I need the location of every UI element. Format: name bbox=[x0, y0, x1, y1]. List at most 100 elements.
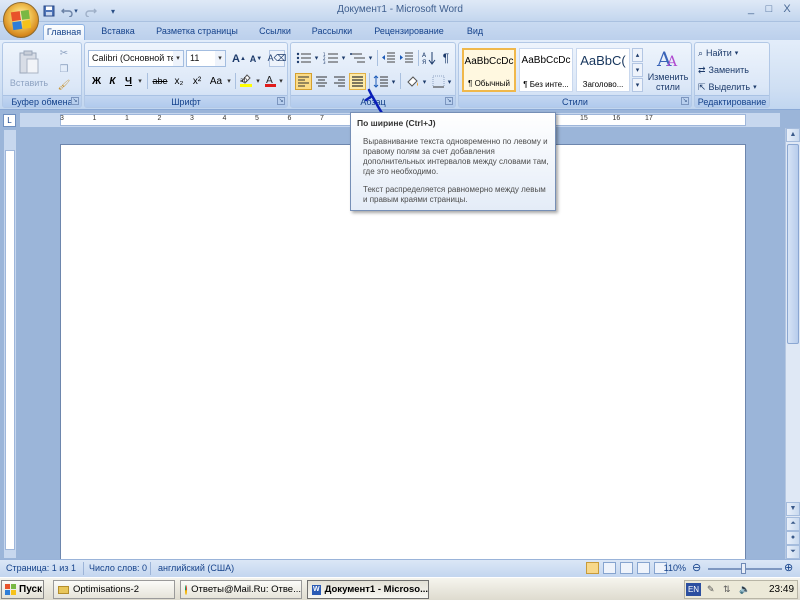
strikethrough-button[interactable]: abe bbox=[151, 73, 169, 89]
replace-button[interactable]: ⇄ Заменить bbox=[698, 63, 768, 77]
clear-formatting-icon[interactable]: A⌫ bbox=[268, 50, 286, 67]
font-name-combo[interactable]: Calibri (Основной те ▾ bbox=[88, 50, 184, 67]
numbering-dropdown-icon[interactable]: ▾ bbox=[340, 50, 347, 66]
vertical-scrollbar[interactable]: ▲ ▼ ⏶ ● ⏷ bbox=[785, 128, 800, 559]
grow-font-label: A bbox=[232, 52, 240, 65]
change-styles-label: Изменить стили bbox=[647, 72, 689, 92]
task-word[interactable]: W Документ1 - Microso... bbox=[307, 580, 429, 599]
zoom-in-icon[interactable]: ⊕ bbox=[784, 561, 793, 574]
scroll-up-icon[interactable]: ▲ bbox=[786, 128, 800, 142]
styles-launcher-icon[interactable]: ↘ bbox=[681, 97, 689, 105]
paragraph-launcher-icon[interactable]: ↘ bbox=[445, 97, 453, 105]
change-styles-button[interactable]: AA Изменить стили bbox=[645, 45, 691, 95]
task-explorer[interactable]: Optimisations-2 bbox=[53, 580, 175, 599]
word-count-status[interactable]: Число слов: 0 bbox=[89, 563, 147, 573]
font-color-dropdown-icon[interactable]: ▾ bbox=[277, 73, 285, 89]
underline-dropdown-icon[interactable]: ▾ bbox=[136, 73, 144, 89]
shading-icon[interactable] bbox=[403, 73, 421, 90]
chevron-down-icon[interactable]: ▾ bbox=[173, 51, 183, 66]
bullets-dropdown-icon[interactable]: ▾ bbox=[313, 50, 320, 66]
full-screen-view-icon[interactable] bbox=[603, 562, 616, 574]
outline-view-icon[interactable] bbox=[637, 562, 650, 574]
align-center-icon[interactable] bbox=[313, 73, 330, 90]
volume-icon[interactable]: 🔈 bbox=[739, 584, 750, 595]
find-button[interactable]: ⌕ Найти ▾ bbox=[698, 46, 768, 60]
styles-scroll-down-icon[interactable]: ▾ bbox=[632, 63, 643, 77]
paste-button[interactable]: Вставить bbox=[9, 45, 49, 93]
tab-home[interactable]: Главная bbox=[43, 24, 85, 40]
multilevel-dropdown-icon[interactable]: ▾ bbox=[367, 50, 374, 66]
chevron-down-icon[interactable]: ▾ bbox=[215, 51, 225, 66]
tab-review[interactable]: Рецензирование bbox=[368, 24, 450, 40]
print-layout-view-icon[interactable] bbox=[586, 562, 599, 574]
style-heading1[interactable]: AaBbC( Заголово... bbox=[576, 48, 630, 92]
office-button[interactable] bbox=[3, 2, 39, 38]
format-painter-icon[interactable]: 🖌 bbox=[57, 79, 71, 91]
editing-group-label: Редактирование bbox=[695, 95, 769, 107]
browse-object-icon[interactable]: ● bbox=[786, 531, 800, 545]
select-button[interactable]: ⇱ Выделить ▾ bbox=[698, 80, 768, 94]
bullets-icon[interactable] bbox=[295, 50, 313, 66]
numbering-icon[interactable]: 123 bbox=[322, 50, 340, 66]
next-page-icon[interactable]: ⏷ bbox=[786, 545, 800, 559]
minimize-button[interactable]: _ bbox=[742, 2, 760, 17]
align-left-icon[interactable] bbox=[295, 73, 312, 90]
network-icon[interactable]: ⇅ bbox=[723, 584, 731, 595]
copy-icon[interactable]: ❐ bbox=[57, 63, 71, 75]
sort-icon[interactable]: AЯ bbox=[421, 50, 437, 66]
tab-page-layout[interactable]: Разметка страницы bbox=[150, 24, 244, 40]
increase-indent-icon[interactable] bbox=[398, 50, 415, 66]
borders-dropdown-icon[interactable]: ▾ bbox=[446, 73, 453, 90]
task-chrome[interactable]: Ответы@Mail.Ru: Отве... bbox=[180, 580, 302, 599]
shading-dropdown-icon[interactable]: ▾ bbox=[421, 73, 428, 90]
show-marks-button[interactable]: ¶ bbox=[439, 50, 453, 66]
change-case-button[interactable]: Aa bbox=[207, 73, 225, 89]
font-color-icon[interactable]: A bbox=[263, 72, 277, 89]
font-size-combo[interactable]: 11 ▾ bbox=[186, 50, 226, 67]
cut-icon[interactable]: ✂ bbox=[57, 47, 71, 59]
multilevel-list-icon[interactable] bbox=[349, 50, 367, 66]
style-no-spacing[interactable]: AaBbCcDc ¶ Без инте... bbox=[519, 48, 573, 92]
highlight-dropdown-icon[interactable]: ▾ bbox=[254, 73, 262, 89]
clipboard-launcher-icon[interactable]: ↘ bbox=[71, 97, 79, 105]
scroll-down-icon[interactable]: ▼ bbox=[786, 502, 800, 516]
language-indicator[interactable]: EN bbox=[686, 583, 701, 596]
shrink-font-button[interactable]: A ▼ bbox=[248, 50, 264, 67]
styles-more-icon[interactable]: ▾ bbox=[632, 78, 643, 92]
bold-button[interactable]: Ж bbox=[89, 73, 104, 89]
highlight-icon[interactable]: ab bbox=[238, 72, 254, 89]
zoom-slider-thumb[interactable] bbox=[741, 563, 746, 574]
separator bbox=[377, 50, 378, 66]
superscript-button[interactable]: x² bbox=[189, 73, 205, 89]
start-label: Пуск bbox=[19, 584, 43, 595]
tab-insert[interactable]: Вставка bbox=[93, 24, 143, 40]
prev-page-icon[interactable]: ⏶ bbox=[786, 517, 800, 531]
scroll-thumb[interactable] bbox=[787, 144, 799, 344]
styles-scroll-up-icon[interactable]: ▴ bbox=[632, 48, 643, 62]
tray-icon-1[interactable]: ✎ bbox=[707, 584, 715, 595]
web-layout-view-icon[interactable] bbox=[620, 562, 633, 574]
zoom-level[interactable]: 110% bbox=[662, 563, 686, 573]
tab-mailings[interactable]: Рассылки bbox=[306, 24, 358, 40]
decrease-indent-icon[interactable] bbox=[380, 50, 397, 66]
change-case-dropdown-icon[interactable]: ▾ bbox=[225, 73, 233, 89]
start-button[interactable]: Пуск bbox=[1, 580, 44, 599]
italic-button[interactable]: К bbox=[105, 73, 120, 89]
subscript-button[interactable]: x₂ bbox=[171, 73, 187, 89]
underline-button[interactable]: Ч bbox=[121, 73, 136, 89]
page-count-status[interactable]: Страница: 1 из 1 bbox=[6, 563, 76, 573]
ruler-tab-selector[interactable]: L bbox=[3, 114, 16, 127]
grow-font-button[interactable]: A ▲ bbox=[231, 50, 247, 67]
maximize-button[interactable]: □ bbox=[760, 2, 778, 17]
close-button[interactable]: X bbox=[778, 2, 796, 17]
tab-view[interactable]: Вид bbox=[460, 24, 490, 40]
align-right-icon[interactable] bbox=[331, 73, 348, 90]
tab-references[interactable]: Ссылки bbox=[252, 24, 298, 40]
ruler-number: 7 bbox=[320, 115, 324, 122]
style-normal[interactable]: AaBbCcDc ¶ Обычный bbox=[462, 48, 516, 92]
borders-icon[interactable] bbox=[430, 73, 446, 90]
language-status[interactable]: английский (США) bbox=[158, 563, 234, 573]
vertical-ruler[interactable] bbox=[4, 130, 16, 558]
font-launcher-icon[interactable]: ↘ bbox=[277, 97, 285, 105]
zoom-out-icon[interactable]: ⊖ bbox=[692, 561, 701, 574]
